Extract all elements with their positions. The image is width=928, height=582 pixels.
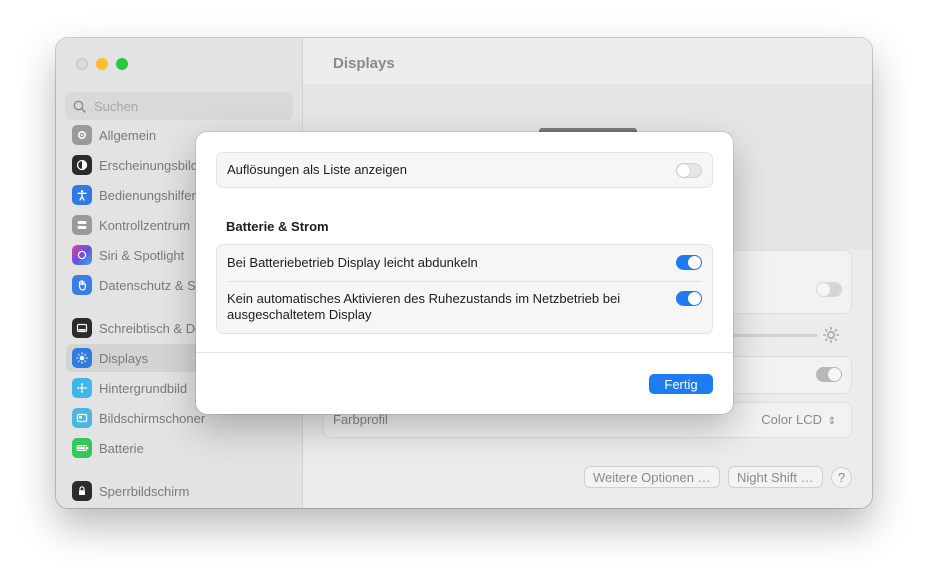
wallpaper-icon xyxy=(72,378,92,398)
window-controls xyxy=(76,58,128,70)
dock-icon xyxy=(72,318,92,338)
sidebar-item-label: Bildschirmschoner xyxy=(99,410,206,426)
search-icon xyxy=(73,100,86,113)
display-options-sheet: Auflösungen als Liste anzeigen Batterie … xyxy=(196,132,733,414)
night-shift-button[interactable]: Night Shift … xyxy=(728,466,823,488)
sidebar-item-label: Hintergrundbild xyxy=(99,380,188,396)
battery-icon xyxy=(72,438,92,458)
control-center-icon xyxy=(72,215,92,235)
search-field[interactable] xyxy=(65,92,293,120)
screensaver-icon xyxy=(72,408,92,428)
list-toggle-card: Auflösungen als Liste anzeigen xyxy=(216,152,713,188)
help-button[interactable]: ? xyxy=(831,467,852,488)
dim-display-label: Bei Batteriebetrieb Display leicht abdun… xyxy=(227,255,478,270)
sidebar-item-batterie[interactable]: Batterie xyxy=(66,434,292,462)
farbprofil-label: Farbprofil xyxy=(333,412,388,427)
minimize-window-button[interactable] xyxy=(96,58,108,70)
accessibility-icon xyxy=(72,185,92,205)
gear-icon xyxy=(72,125,92,145)
sidebar-item-label: Kontrollzentrum xyxy=(99,217,191,233)
settings-card xyxy=(713,250,852,314)
sidebar-item-label: Bedienungshilfen xyxy=(99,187,199,203)
hand-icon xyxy=(72,275,92,295)
list-toggle-row: Auflösungen als Liste anzeigen xyxy=(217,153,712,187)
dim-display-row: Bei Batteriebetrieb Display leicht abdun… xyxy=(217,245,712,281)
search-input[interactable] xyxy=(92,97,276,115)
prevent-sleep-switch[interactable] xyxy=(676,291,702,306)
farbprofil-select[interactable]: Color LCD ⇕ xyxy=(761,412,836,427)
sidebar-item-label: Displays xyxy=(99,350,149,366)
sun-icon xyxy=(72,348,92,368)
sidebar-item-label: Siri & Spotlight xyxy=(99,247,185,263)
sidebar-item-label: Sperrbildschirm xyxy=(99,483,190,499)
section-title: Batterie & Strom xyxy=(226,219,329,234)
brightness-slider[interactable] xyxy=(733,334,818,337)
background-toggle[interactable] xyxy=(816,282,842,297)
sheet-divider xyxy=(196,352,733,353)
sidebar-item-label: Erscheinungsbild xyxy=(99,157,199,173)
list-toggle-switch[interactable] xyxy=(676,163,702,178)
appearance-icon xyxy=(72,155,92,175)
sidebar-item-sperrbildschirm[interactable]: Sperrbildschirm xyxy=(66,477,292,505)
brightness-sun-icon xyxy=(822,326,840,344)
list-toggle-label: Auflösungen als Liste anzeigen xyxy=(227,162,407,177)
more-options-button[interactable]: Weitere Optionen … xyxy=(584,466,720,488)
sidebar-item-label: Allgemein xyxy=(99,127,157,143)
background-toggle[interactable] xyxy=(816,367,842,382)
zoom-window-button[interactable] xyxy=(116,58,128,70)
settings-card xyxy=(713,356,852,394)
lock-icon xyxy=(72,481,92,501)
close-window-button[interactable] xyxy=(76,58,88,70)
prevent-sleep-label: Kein automatisches Aktivieren des Ruhezu… xyxy=(227,291,621,322)
siri-icon xyxy=(72,245,92,265)
page-title: Displays xyxy=(333,55,395,72)
sidebar-item-label: Batterie xyxy=(99,440,144,456)
dim-display-switch[interactable] xyxy=(676,255,702,270)
prevent-sleep-row: Kein automatisches Aktivieren des Ruhezu… xyxy=(217,282,712,332)
done-button[interactable]: Fertig xyxy=(649,374,713,394)
battery-settings-card: Bei Batteriebetrieb Display leicht abdun… xyxy=(216,244,713,334)
farbprofil-value: Color LCD xyxy=(761,412,822,427)
chevron-updown-icon: ⇕ xyxy=(827,416,836,427)
